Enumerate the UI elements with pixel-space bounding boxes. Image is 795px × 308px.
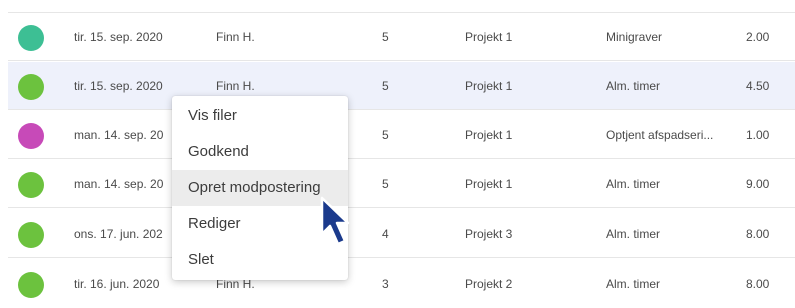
date-cell: man. 14. sep. 20	[74, 177, 164, 191]
date-cell: tir. 15. sep. 2020	[74, 79, 163, 93]
project-cell: Projekt 2	[465, 277, 513, 291]
menu-item-vis-filer[interactable]: Vis filer	[172, 98, 348, 134]
context-menu: Vis filer Godkend Opret modpostering Red…	[172, 96, 348, 280]
type-cell: Minigraver	[606, 30, 663, 44]
timesheet-table: tir. 15. sep. 2020 Finn H. 5 Projekt 1 M…	[0, 0, 795, 298]
status-dot-icon	[18, 25, 44, 51]
table-row[interactable]: tir. 15. sep. 2020 Finn H. 5 Projekt 1 M…	[8, 13, 795, 61]
number-cell: 5	[382, 177, 389, 191]
status-dot-icon	[18, 272, 44, 298]
date-cell: tir. 15. sep. 2020	[74, 30, 163, 44]
hours-cell: 4.50	[746, 79, 770, 93]
date-cell: ons. 17. jun. 202	[74, 227, 163, 241]
table-row[interactable]: tir. 16. jun. 2020 Finn H. 3 Projekt 2 A…	[8, 260, 795, 308]
status-dot-icon	[18, 172, 44, 198]
employee-cell: Finn H.	[216, 30, 255, 44]
table-row[interactable]: man. 14. sep. 20 5 Projekt 1 Optjent afs…	[8, 111, 795, 159]
type-cell: Alm. timer	[606, 277, 660, 291]
table-row[interactable]: ons. 17. jun. 202 4 Projekt 3 Alm. timer…	[8, 210, 795, 258]
number-cell: 4	[382, 227, 389, 241]
date-cell: tir. 16. jun. 2020	[74, 277, 160, 291]
number-cell: 5	[382, 30, 389, 44]
table-row[interactable]: man. 14. sep. 20 5 Projekt 1 Alm. timer …	[8, 160, 795, 208]
number-cell: 5	[382, 128, 389, 142]
date-cell: man. 14. sep. 20	[74, 128, 164, 142]
type-cell: Alm. timer	[606, 177, 660, 191]
project-cell: Projekt 1	[465, 177, 513, 191]
project-cell: Projekt 1	[465, 30, 513, 44]
status-dot-icon	[18, 222, 44, 248]
table-row-selected[interactable]: tir. 15. sep. 2020 Finn H. 5 Projekt 1 A…	[8, 62, 795, 110]
number-cell: 3	[382, 277, 389, 291]
arrow-cursor-icon	[320, 196, 350, 246]
hours-cell: 2.00	[746, 30, 770, 44]
project-cell: Projekt 1	[465, 79, 513, 93]
project-cell: Projekt 1	[465, 128, 513, 142]
hours-cell: 8.00	[746, 277, 770, 291]
type-cell: Optjent afspadseri...	[606, 128, 714, 142]
hours-cell: 9.00	[746, 177, 770, 191]
project-cell: Projekt 3	[465, 227, 513, 241]
menu-item-godkend[interactable]: Godkend	[172, 134, 348, 170]
type-cell: Alm. timer	[606, 79, 660, 93]
type-cell: Alm. timer	[606, 227, 660, 241]
status-dot-icon	[18, 74, 44, 100]
number-cell: 5	[382, 79, 389, 93]
hours-cell: 8.00	[746, 227, 770, 241]
status-dot-icon	[18, 123, 44, 149]
hours-cell: 1.00	[746, 128, 770, 142]
